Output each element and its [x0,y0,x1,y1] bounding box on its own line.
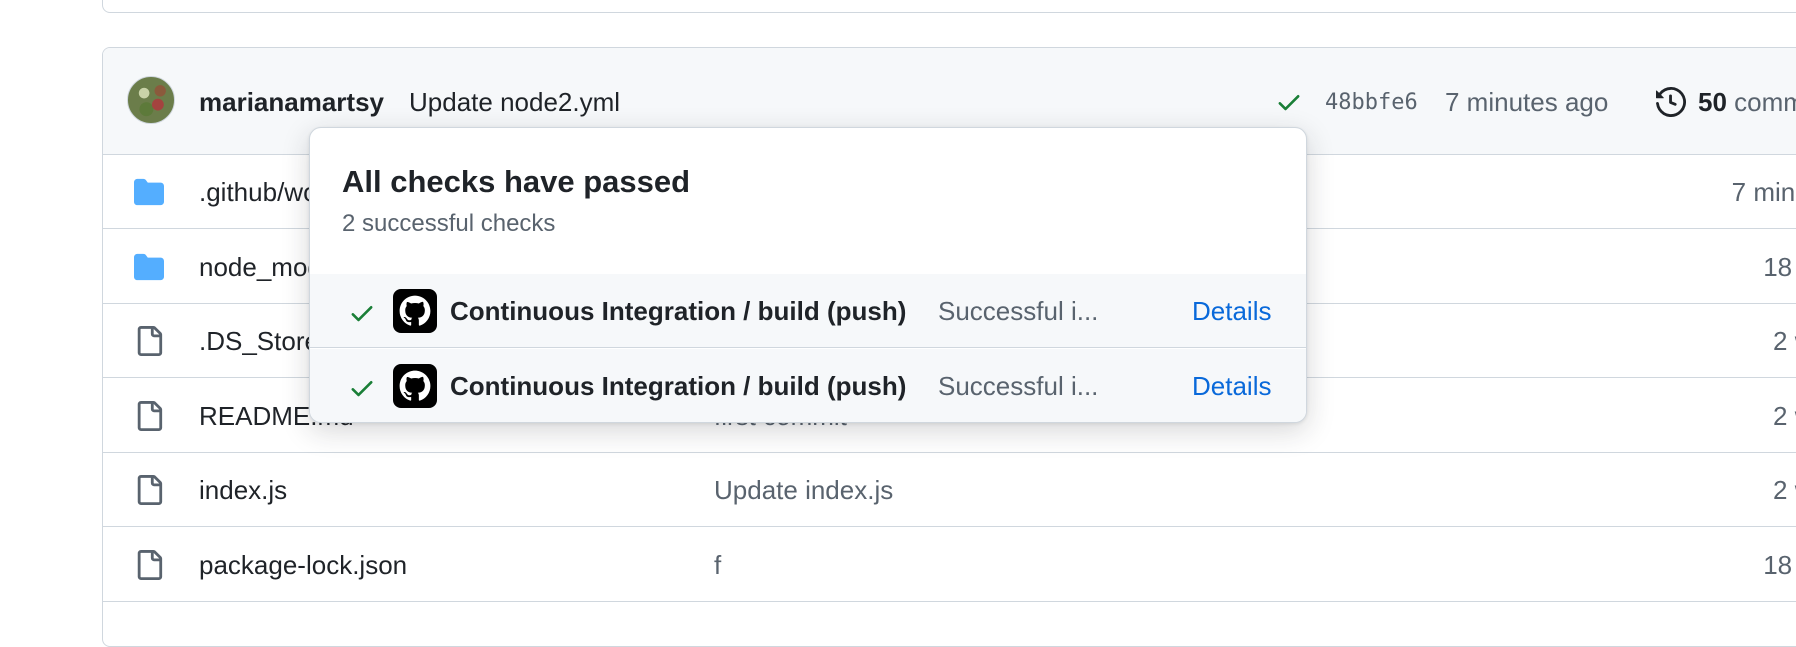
file-row[interactable]: index.js Update index.js 2 weeks ago [103,453,1796,527]
file-name-link[interactable]: .DS_Store [199,326,319,357]
checks-title: All checks have passed [342,164,691,199]
file-commit-message[interactable]: f [714,550,721,581]
file-time: 18 hours ago [1763,550,1796,580]
file-time: 2 weeks ago [1773,401,1796,431]
file-time: 2 weeks ago [1773,475,1796,505]
file-icon [137,401,163,431]
commit-author-link[interactable]: marianamartsy [199,87,384,118]
commit-time: 7 minutes ago [1445,87,1609,117]
folder-icon [134,178,164,206]
file-time: 18 hours ago [1763,252,1796,282]
commits-count-link[interactable]: 50 commits [1698,87,1796,118]
previous-panel [102,0,1796,13]
check-details-link[interactable]: Details [1192,371,1271,402]
checks-subtitle: 2 successful checks [342,210,556,237]
check-description: Successful i... [938,296,1099,326]
avatar[interactable] [127,76,175,124]
check-item: Continuous Integration / build (push) Su… [310,274,1306,348]
file-time: 2 weeks ago [1773,326,1796,356]
file-icon [137,326,163,356]
history-icon [1656,87,1686,117]
check-icon [351,306,373,322]
file-time: 7 minutes ago [1731,177,1796,207]
check-name: Continuous Integration / build (push) [450,296,907,326]
check-item: Continuous Integration / build (push) Su… [310,349,1306,422]
check-icon[interactable] [1275,88,1303,116]
file-commit-message[interactable]: Update index.js [714,475,893,506]
commit-message-link[interactable]: Update node2.yml [409,87,620,118]
check-details-link[interactable]: Details [1192,296,1271,327]
check-icon [351,381,373,397]
file-row[interactable]: package-lock.json f 18 hours ago [103,528,1796,602]
check-description: Successful i... [938,371,1099,401]
file-icon [137,550,163,580]
file-name-link[interactable]: index.js [199,475,287,506]
file-name-link[interactable]: package-lock.json [199,550,407,581]
github-mark-icon [393,364,437,408]
check-name: Continuous Integration / build (push) [450,371,907,401]
github-mark-icon [393,289,437,333]
checks-popover: All checks have passed 2 successful chec… [309,127,1307,423]
file-icon [137,475,163,505]
folder-icon [134,253,164,281]
commit-sha-link[interactable]: 48bbfe6 [1325,90,1418,115]
